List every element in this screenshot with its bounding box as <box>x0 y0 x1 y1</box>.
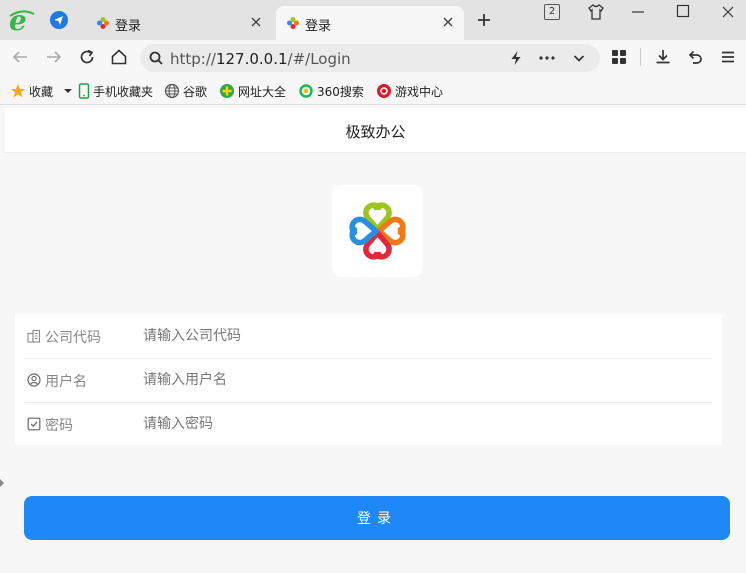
lightning-icon[interactable] <box>508 50 524 66</box>
username-label: 用户名 <box>45 374 87 390</box>
close-tab-icon[interactable] <box>248 14 264 30</box>
maximize-icon[interactable] <box>676 4 690 18</box>
browser-logo-icon[interactable]: e <box>8 6 36 34</box>
tab-count-badge[interactable]: 2 <box>544 4 560 20</box>
bookmark-favorites[interactable]: 收藏 <box>10 82 78 100</box>
bookmark-mobile-favorites[interactable]: 手机收藏夹 <box>78 82 153 100</box>
user-icon <box>27 373 41 387</box>
bookmark-label: 谷歌 <box>183 84 208 99</box>
new-tab-plus-icon[interactable] <box>476 12 492 28</box>
bookmark-label: 游戏中心 <box>395 84 444 99</box>
building-icon <box>27 329 41 343</box>
svg-text:e: e <box>9 6 27 34</box>
home-icon[interactable] <box>110 48 128 66</box>
url-scheme: http:// <box>170 50 216 68</box>
navigation-toolbar: http://127.0.0.1/#/Login <box>0 40 746 74</box>
pinned-tab-icon[interactable] <box>49 10 69 30</box>
close-tab-icon[interactable] <box>440 14 456 30</box>
app-favicon-icon <box>97 17 109 29</box>
download-icon[interactable] <box>654 48 672 66</box>
login-form: 公司代码 用户名 密码 <box>15 314 722 445</box>
toolbar-separator <box>640 48 641 66</box>
password-field: 密码 <box>25 402 712 446</box>
game-icon <box>377 84 391 98</box>
company-code-input[interactable] <box>143 324 543 348</box>
minimize-icon[interactable] <box>630 4 646 20</box>
so-icon <box>299 84 313 98</box>
password-input[interactable] <box>143 412 543 436</box>
bookmark-google[interactable]: 谷歌 <box>164 82 207 100</box>
hao-icon <box>220 84 234 98</box>
bookmark-label: 手机收藏夹 <box>93 84 154 99</box>
app-favicon-icon <box>287 17 299 29</box>
page-title: 极致办公 <box>345 123 406 141</box>
bookmark-label: 360搜索 <box>317 84 364 99</box>
password-label: 密码 <box>45 418 73 434</box>
apps-grid-icon[interactable] <box>610 48 628 66</box>
search-icon <box>149 51 163 65</box>
tab-strip: e 登录 登录 2 <box>0 0 746 40</box>
tab-login-2[interactable]: 登录 <box>276 6 464 40</box>
page-viewport: 极致办公 公司代码 请输入公司代码 用户名 请输入用户名 密码 登录 <box>5 108 746 573</box>
bookmark-hao[interactable]: 网址大全 <box>219 82 286 100</box>
phone-icon <box>78 83 90 99</box>
more-dots-icon[interactable] <box>538 50 556 66</box>
bookmarks-bar: 收藏 手机收藏夹 谷歌 网址大全 360搜索 游戏中心 <box>0 78 746 105</box>
caret-down-icon[interactable] <box>61 86 75 96</box>
tab-title: 登录 <box>305 19 332 34</box>
username-input[interactable] <box>143 368 543 392</box>
bookmark-label: 收藏 <box>29 84 54 99</box>
url-path: /#/Login <box>287 50 351 68</box>
back-arrow-icon[interactable] <box>11 48 29 66</box>
company-code-field: 公司代码 <box>25 314 712 359</box>
bookmark-360-search[interactable]: 360搜索 <box>298 82 364 100</box>
shirt-icon[interactable] <box>587 3 605 21</box>
company-code-label: 公司代码 <box>45 330 101 346</box>
chevron-down-icon[interactable] <box>572 51 586 65</box>
page-navbar: 极致办公 <box>5 108 746 153</box>
menu-icon[interactable] <box>719 48 737 66</box>
app-logo <box>332 185 423 277</box>
reload-icon[interactable] <box>78 48 96 66</box>
url-host: 127.0.0.1 <box>215 50 288 68</box>
forward-arrow-icon[interactable] <box>45 48 63 66</box>
bookmark-label: 网址大全 <box>238 84 287 99</box>
app-logo-icon <box>349 202 406 260</box>
login-button[interactable]: 登录 <box>24 496 730 540</box>
side-panel-handle-icon[interactable] <box>0 478 4 488</box>
undo-icon[interactable] <box>686 48 704 66</box>
url-text[interactable]: http://127.0.0.1/#/Login <box>170 50 351 68</box>
address-bar[interactable]: http://127.0.0.1/#/Login <box>140 44 600 72</box>
window-close-icon[interactable] <box>720 4 736 20</box>
globe-icon <box>164 83 180 99</box>
username-field: 用户名 <box>25 358 712 403</box>
check-square-icon <box>27 417 41 431</box>
bookmark-game-center[interactable]: 游戏中心 <box>376 82 443 100</box>
tab-login-1[interactable]: 登录 <box>86 6 272 40</box>
tab-title: 登录 <box>115 19 142 34</box>
star-icon <box>11 84 25 98</box>
